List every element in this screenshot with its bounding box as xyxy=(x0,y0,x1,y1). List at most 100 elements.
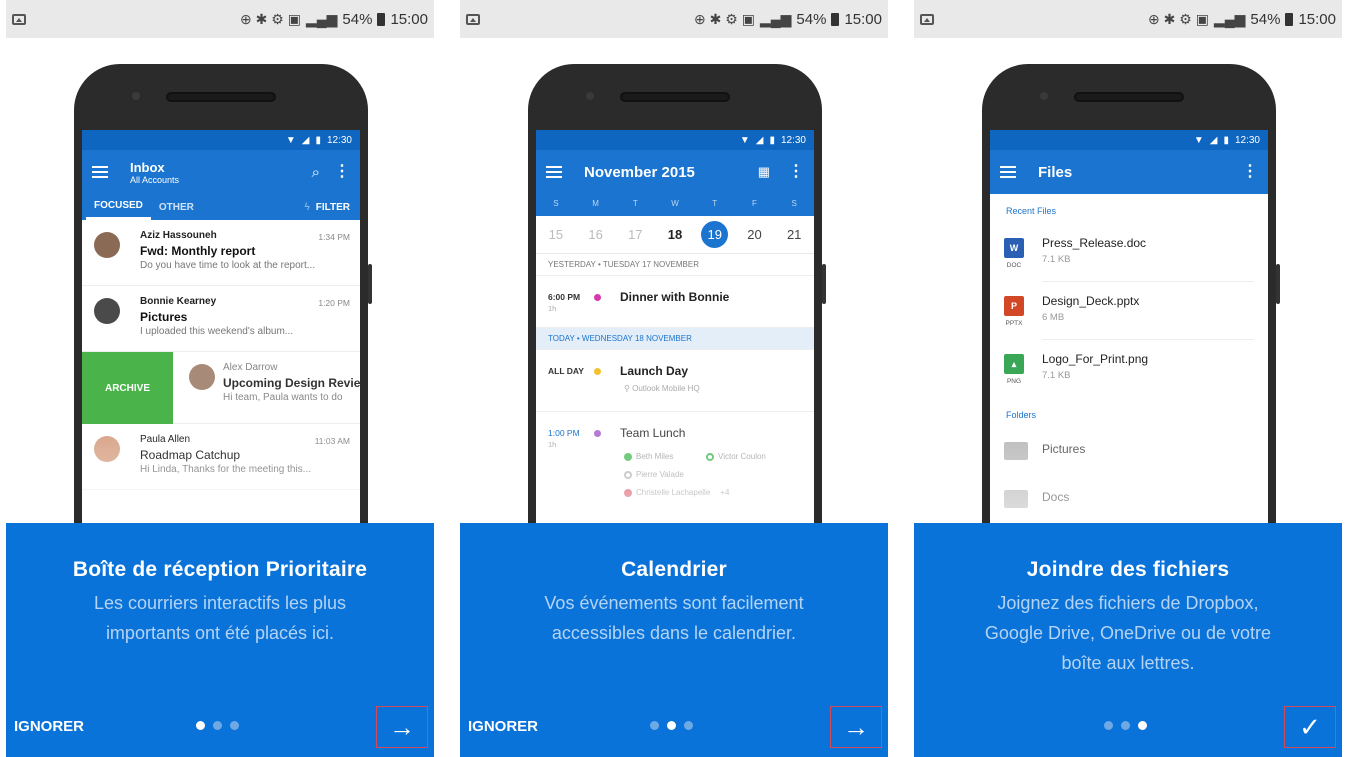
event-item[interactable]: 1:00 PM 1h Team Lunch Beth Miles Victor C… xyxy=(536,412,814,532)
phone-status-bar: ▼ ◢ ▮ 12:30 xyxy=(82,130,360,150)
avatar xyxy=(94,298,120,324)
next-button[interactable]: → xyxy=(376,706,428,748)
file-size: 7.1 KB xyxy=(1042,254,1071,265)
status-icons: ⊕ ✱ ⚙ ▣ xyxy=(240,10,301,27)
mail-subject: Pictures xyxy=(140,310,188,324)
overflow-menu-icon[interactable]: ⋮ xyxy=(788,164,804,180)
powerpoint-icon: P xyxy=(1004,296,1024,316)
done-button[interactable]: ✓ xyxy=(1284,706,1336,748)
signal-icon: ◢ xyxy=(755,134,764,146)
location-text: Outlook Mobile HQ xyxy=(632,384,700,393)
camera xyxy=(1040,92,1048,100)
day-cell[interactable]: 17 xyxy=(615,227,655,242)
description-line: boîte aux lettres. xyxy=(1061,653,1195,673)
attendee-name: Christelle Lachapelle xyxy=(636,488,711,497)
word-icon: W xyxy=(1004,238,1024,258)
selected-day: 19 xyxy=(701,221,729,248)
weekday-label: T xyxy=(712,199,718,208)
calendar-today-icon[interactable]: ▦ xyxy=(758,164,770,180)
event-item[interactable]: 6:00 PM 1h Dinner with Bonnie xyxy=(536,276,814,328)
overflow-menu-icon[interactable]: ⋮ xyxy=(1242,164,1258,180)
tab-other[interactable]: OTHER xyxy=(151,194,202,220)
inbox-app-bar: Inbox All Accounts ⌕ ⋮ xyxy=(82,150,360,194)
weekday-label: M xyxy=(592,199,599,208)
clock: 15:00 xyxy=(1298,10,1336,28)
inbox-title: Inbox xyxy=(130,159,165,175)
inbox-screen: ▼ ◢ ▮ 12:30 Inbox All Accounts ⌕ ⋮ FOCUSED … xyxy=(82,130,360,584)
event-time: ALL DAY xyxy=(548,366,584,376)
mail-preview: I uploaded this weekend's album... xyxy=(140,326,294,337)
tab-focused[interactable]: FOCUSED xyxy=(86,194,151,220)
mail-sender: Alex Darrow xyxy=(223,362,278,373)
pending-icon xyxy=(706,452,714,461)
event-title: Dinner with Bonnie xyxy=(620,290,730,304)
side-button xyxy=(1276,264,1280,304)
day-header-yesterday: YESTERDAY • TUESDAY 17 NOVEMBER xyxy=(536,254,814,276)
speaker xyxy=(166,92,276,102)
onboarding-panel-files: ⊕ ✱ ⚙ ▣ ▂▄▆ 54% 15:00 ▼ ◢ ▮ 12:30 Files ⋮ R… xyxy=(914,0,1342,757)
page-dot-active xyxy=(667,721,676,730)
avatar xyxy=(94,436,120,462)
menu-icon[interactable] xyxy=(92,166,108,178)
skip-button[interactable]: IGNORER xyxy=(14,718,84,735)
event-time: 6:00 PM 1h xyxy=(548,292,580,313)
status-icons: ⊕ ✱ ⚙ ▣ xyxy=(694,10,755,27)
page-dot-active xyxy=(1138,721,1147,730)
attendee: Christelle Lachapelle +4 xyxy=(624,488,729,497)
menu-icon[interactable] xyxy=(546,166,562,178)
event-item[interactable]: ALL DAY Launch Day ⚲ Outlook Mobile HQ xyxy=(536,350,814,412)
mail-preview: Do you have time to look at the report..… xyxy=(140,260,316,271)
file-item[interactable]: W DOC Press_Release.doc 7.1 KB xyxy=(990,224,1268,282)
day-cell[interactable]: 20 xyxy=(735,227,775,242)
folder-item[interactable]: Docs xyxy=(990,476,1268,524)
weekday-label: W xyxy=(671,199,679,208)
mail-item[interactable]: Paula Allen 11:03 AM Roadmap Catchup Hi … xyxy=(82,424,360,490)
archive-action[interactable]: ARCHIVE xyxy=(82,352,173,424)
search-icon[interactable]: ⌕ xyxy=(312,164,320,181)
menu-icon[interactable] xyxy=(1000,166,1016,178)
week-strip: 15 16 17 18 19 20 21 xyxy=(536,216,814,254)
folders-label: Folders xyxy=(1006,410,1037,420)
gallery-icon xyxy=(466,13,480,25)
file-type: PPTX xyxy=(1005,320,1023,327)
day-cell[interactable]: 15 xyxy=(536,227,576,242)
battery-icon xyxy=(831,12,840,26)
folder-item[interactable]: Pictures xyxy=(990,428,1268,476)
phone-time: 12:30 xyxy=(1234,134,1260,146)
skip-button[interactable]: IGNORER xyxy=(468,718,538,735)
accepted-icon xyxy=(624,452,632,461)
attendee: Pierre Valade xyxy=(624,470,684,479)
description-line: importants ont été placés ici. xyxy=(105,623,335,643)
file-size: 7.1 KB xyxy=(1042,370,1071,381)
attendee: Beth Miles xyxy=(624,452,673,461)
onboarding-description: Joignez des fichiers de Dropbox, Google D… xyxy=(936,588,1320,678)
next-button[interactable]: → xyxy=(830,706,882,748)
file-item[interactable]: ▴ PNG Logo_For_Print.png 7.1 KB xyxy=(990,340,1268,398)
day-cell[interactable]: 16 xyxy=(576,227,616,242)
mail-item[interactable]: Bonnie Kearney 1:20 PM Pictures I upload… xyxy=(82,286,360,352)
weekday-label: F xyxy=(752,199,757,208)
overflow-menu-icon[interactable]: ⋮ xyxy=(334,164,350,180)
page-dot xyxy=(650,721,659,730)
phone-status-bar: ▼ ◢ ▮ 12:30 xyxy=(990,130,1268,150)
wifi-icon: ▼ xyxy=(285,134,296,146)
weekday-header: S M T W T F S xyxy=(536,194,814,216)
folder-icon xyxy=(1004,490,1028,508)
day-cell-selected[interactable]: 19 xyxy=(695,221,735,248)
day-cell[interactable]: 21 xyxy=(774,227,814,242)
onboarding-title: Calendrier xyxy=(621,558,727,581)
avatar xyxy=(189,364,215,390)
file-item[interactable]: P PPTX Design_Deck.pptx 6 MB xyxy=(990,282,1268,340)
attendee-name: Victor Coulon xyxy=(718,452,766,461)
device-status-bar: ⊕ ✱ ⚙ ▣ ▂▄▆ 54% 15:00 xyxy=(914,0,1342,38)
signal-icon: ◢ xyxy=(301,134,310,146)
filter-button[interactable]: ϟ FILTER xyxy=(304,202,356,213)
page-dot-active xyxy=(196,721,205,730)
signal-icon: ◢ xyxy=(1209,134,1218,146)
attendee-more: +4 xyxy=(720,488,730,497)
file-name: Design_Deck.pptx xyxy=(1042,294,1140,308)
mail-item[interactable]: Aziz Hassouneh 1:34 PM Fwd: Monthly repo… xyxy=(82,220,360,286)
day-cell-today[interactable]: 18 xyxy=(655,227,695,242)
swiped-mail-item[interactable]: ARCHIVE Alex Darrow Upcoming Design Revi… xyxy=(82,352,360,424)
onboarding-description: Les courriers interactifs les plus import… xyxy=(28,588,412,648)
